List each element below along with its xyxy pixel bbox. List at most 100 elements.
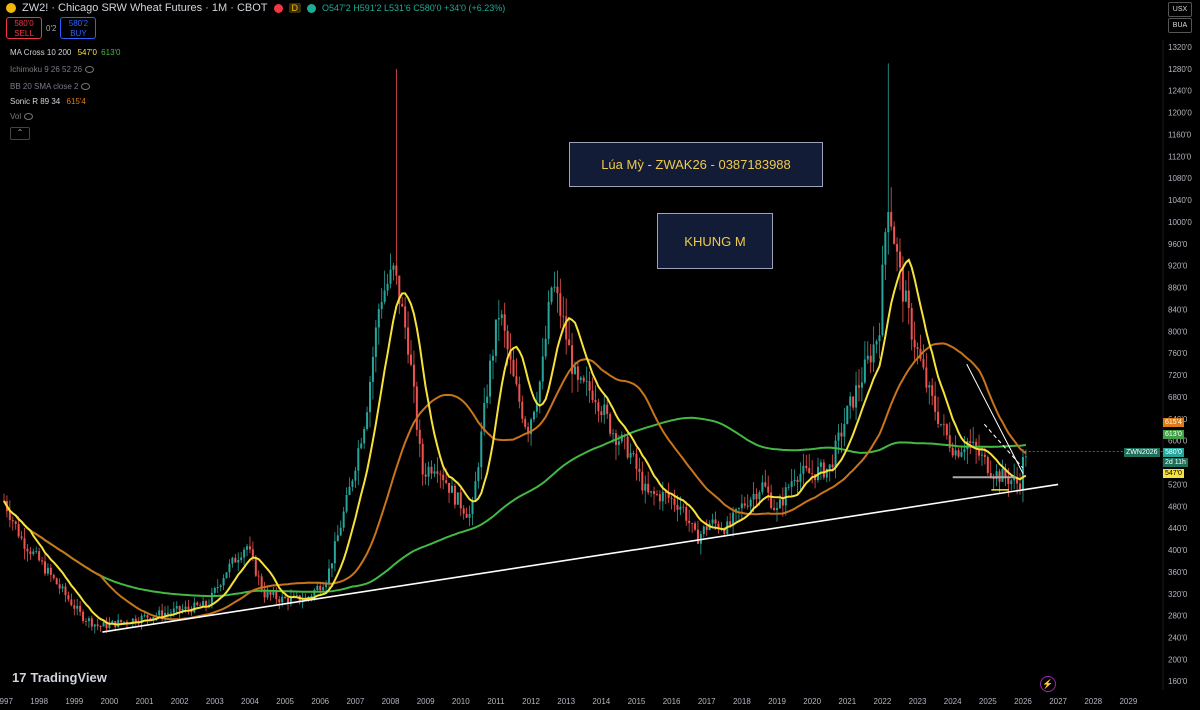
candle-body xyxy=(333,541,336,564)
sell-button[interactable]: 580'0 SELL xyxy=(6,17,42,39)
candle-body xyxy=(205,601,208,607)
candle-body xyxy=(582,377,585,382)
candle-body xyxy=(647,483,650,493)
candle-body xyxy=(808,468,811,474)
y-tick-label: 920'0 xyxy=(1168,262,1188,271)
candle-body xyxy=(579,377,582,380)
candle-body xyxy=(453,485,456,505)
buy-button[interactable]: 580'2 BUY xyxy=(60,17,97,39)
x-tick-label: 2002 xyxy=(171,697,189,706)
currency-selector[interactable]: USX xyxy=(1168,2,1192,17)
indicator-ma-cross[interactable]: MA Cross 10 200 547'0 613'0 xyxy=(10,48,121,57)
candle-body xyxy=(705,526,708,530)
lightning-icon[interactable]: ⚡ xyxy=(1040,676,1056,692)
candle-body xyxy=(166,612,169,614)
candle-body xyxy=(193,602,196,613)
candle-body xyxy=(553,286,556,288)
candle-body xyxy=(767,486,770,493)
indicator-name: Sonic R 89 34 xyxy=(10,97,61,106)
candle-body xyxy=(898,251,901,268)
candle-body xyxy=(585,381,588,383)
candle-body xyxy=(673,498,676,505)
candle-body xyxy=(90,618,93,627)
candle-body xyxy=(957,450,960,457)
candle-body xyxy=(328,568,331,584)
candle-body xyxy=(26,548,29,552)
candle-body xyxy=(29,551,32,555)
candle-body xyxy=(840,432,843,437)
ma10-value: 547'0 xyxy=(77,48,97,57)
candle-body xyxy=(937,411,940,424)
candle-body xyxy=(758,492,761,500)
x-tick-label: 2003 xyxy=(206,697,224,706)
candle-body xyxy=(11,520,14,522)
x-tick-label: 2011 xyxy=(487,697,505,706)
candle-body xyxy=(93,624,96,627)
indicator-bollinger[interactable]: BB 20 SMA close 2 xyxy=(10,82,91,91)
x-tick-label: 2020 xyxy=(803,697,821,706)
candle-body xyxy=(254,557,257,576)
unit-selector[interactable]: BUA xyxy=(1168,18,1192,33)
candle-body xyxy=(377,309,380,328)
candle-body xyxy=(1001,468,1004,482)
hidden-eye-icon[interactable] xyxy=(81,83,91,91)
indicator-ichimoku[interactable]: Ichimoku 9 26 52 26 xyxy=(10,65,95,74)
x-tick-label: 2016 xyxy=(663,697,681,706)
candle-body xyxy=(576,366,579,380)
hidden-eye-icon[interactable] xyxy=(24,113,34,121)
candle-body xyxy=(855,385,858,408)
candle-body xyxy=(231,557,234,564)
symbol-title[interactable]: ZW2! · Chicago SRW Wheat Futures · 1M · … xyxy=(22,2,268,14)
candle-body xyxy=(857,385,860,388)
sonic-price-label: 615'4 xyxy=(1163,418,1184,427)
candle-body xyxy=(61,586,64,589)
hidden-eye-icon[interactable] xyxy=(85,66,95,74)
candle-body xyxy=(73,605,76,609)
collapse-legend-button[interactable]: ⌃ xyxy=(10,127,30,140)
indicator-volume[interactable]: Vol xyxy=(10,112,34,121)
candle-body xyxy=(653,491,656,495)
candle-body xyxy=(43,561,46,574)
data-delay-badge: D xyxy=(288,3,302,13)
candle-body xyxy=(272,591,275,595)
candle-body xyxy=(225,572,228,579)
indicator-name: MA Cross 10 200 xyxy=(10,48,72,57)
candle-body xyxy=(521,401,524,419)
candle-body xyxy=(834,440,837,468)
candle-body xyxy=(240,557,243,560)
y-tick-label: 440'0 xyxy=(1168,524,1188,533)
candle-body xyxy=(980,454,983,456)
candle-body xyxy=(778,499,781,509)
x-tick-label: 2026 xyxy=(1014,697,1032,706)
price-chart[interactable]: 1320'0 1280'0 1240'0 1200'0 1160'0 1120'0 1080… xyxy=(0,0,1200,710)
x-tick-label: 2017 xyxy=(698,697,716,706)
annotation-timeframe-box[interactable]: KHUNG M xyxy=(657,213,773,269)
candle-body xyxy=(52,574,55,579)
candle-body xyxy=(544,338,547,357)
y-tick-label: 160'0 xyxy=(1168,677,1188,686)
candle-body xyxy=(342,511,345,528)
candle-body xyxy=(597,402,600,412)
y-tick-label: 1080'0 xyxy=(1168,174,1192,183)
candle-body xyxy=(281,596,284,603)
candle-body xyxy=(910,308,913,340)
candle-body xyxy=(175,606,178,609)
tradingview-logo[interactable]: 17 TradingView xyxy=(12,670,107,685)
candle-body xyxy=(922,359,925,368)
candle-body xyxy=(248,546,251,550)
candle-body xyxy=(357,448,360,471)
candle-body xyxy=(1007,477,1010,485)
candle-body xyxy=(515,376,518,385)
candle-body xyxy=(556,286,559,294)
candle-body xyxy=(524,418,527,427)
candle-body xyxy=(371,356,374,382)
candle-body xyxy=(76,605,79,609)
candle-body xyxy=(612,433,615,435)
candle-body xyxy=(102,622,105,627)
candle-body xyxy=(424,474,427,477)
indicator-sonic-r[interactable]: Sonic R 89 34 615'4 xyxy=(10,97,86,106)
candle-body xyxy=(907,290,910,309)
annotation-title-box[interactable]: Lúa Mỳ - ZWAK26 - 0387183988 xyxy=(569,142,823,187)
spread-value: 0'2 xyxy=(46,23,57,33)
candle-body xyxy=(532,411,535,420)
